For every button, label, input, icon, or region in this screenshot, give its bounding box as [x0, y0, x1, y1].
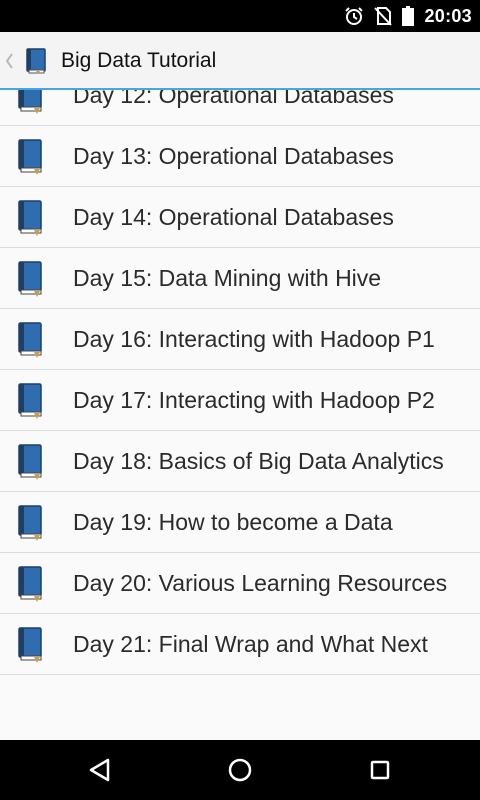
tutorial-list[interactable]: Day 12: Operational Databases Day 13: Ope… — [0, 90, 480, 740]
list-item-label: Day 20: Various Learning Resources — [73, 570, 448, 596]
recents-button[interactable] — [364, 754, 396, 786]
recents-square-icon — [370, 760, 390, 780]
list-item[interactable]: Day 21: Final Wrap and What Next — [0, 614, 480, 675]
book-icon — [18, 322, 42, 358]
list-item-label: Day 12: Operational Databases — [73, 90, 394, 108]
chevron-left-icon — [5, 53, 13, 69]
list-item-label: Day 13: Operational Databases — [73, 143, 394, 169]
book-icon — [18, 383, 42, 419]
book-icon — [18, 90, 42, 114]
alarm-icon — [344, 6, 364, 26]
list-item-label: Day 15: Data Mining with Hive — [73, 265, 382, 291]
list-item-label: Day 21: Final Wrap and What Next — [73, 631, 428, 657]
tutorial-list-content: Day 12: Operational Databases Day 13: Ope… — [0, 90, 480, 675]
book-icon — [18, 505, 42, 541]
list-item[interactable]: Day 16: Interacting with Hadoop P1 — [0, 309, 480, 370]
status-bar: 20:03 — [0, 0, 480, 32]
back-button[interactable] — [84, 754, 116, 786]
book-icon — [18, 627, 42, 663]
book-icon — [18, 139, 42, 175]
list-item-label: Day 16: Interacting with Hadoop P1 — [73, 326, 435, 352]
navigation-bar — [0, 740, 480, 800]
list-item[interactable]: Day 14: Operational Databases — [0, 187, 480, 248]
book-icon — [18, 566, 42, 602]
list-item-label: Day 17: Interacting with Hadoop P2 — [73, 387, 435, 413]
book-icon — [18, 261, 42, 297]
list-item[interactable]: Day 12: Operational Databases — [0, 90, 480, 126]
home-circle-icon — [228, 758, 252, 782]
book-icon — [18, 200, 42, 236]
list-item[interactable]: Day 18: Basics of Big Data Analytics — [0, 431, 480, 492]
back-triangle-icon — [89, 758, 110, 782]
list-item-label: Day 14: Operational Databases — [73, 204, 394, 230]
no-sim-icon — [374, 6, 393, 26]
home-button[interactable] — [224, 754, 256, 786]
list-item-label: Day 19: How to become a Data — [73, 509, 393, 535]
list-item[interactable]: Day 17: Interacting with Hadoop P2 — [0, 370, 480, 431]
list-item[interactable]: Day 15: Data Mining with Hive — [0, 248, 480, 309]
action-bar: Big Data Tutorial — [0, 32, 480, 90]
list-item[interactable]: Day 13: Operational Databases — [0, 126, 480, 187]
book-icon — [18, 444, 42, 480]
book-icon — [26, 48, 46, 74]
battery-icon — [402, 6, 415, 26]
app-title: Big Data Tutorial — [61, 49, 217, 72]
list-item[interactable]: Day 20: Various Learning Resources — [0, 553, 480, 614]
status-icons: 20:03 — [344, 0, 472, 32]
status-time: 20:03 — [424, 5, 472, 26]
list-item[interactable]: Day 19: How to become a Data — [0, 492, 480, 553]
list-item-label: Day 18: Basics of Big Data Analytics — [73, 448, 444, 474]
